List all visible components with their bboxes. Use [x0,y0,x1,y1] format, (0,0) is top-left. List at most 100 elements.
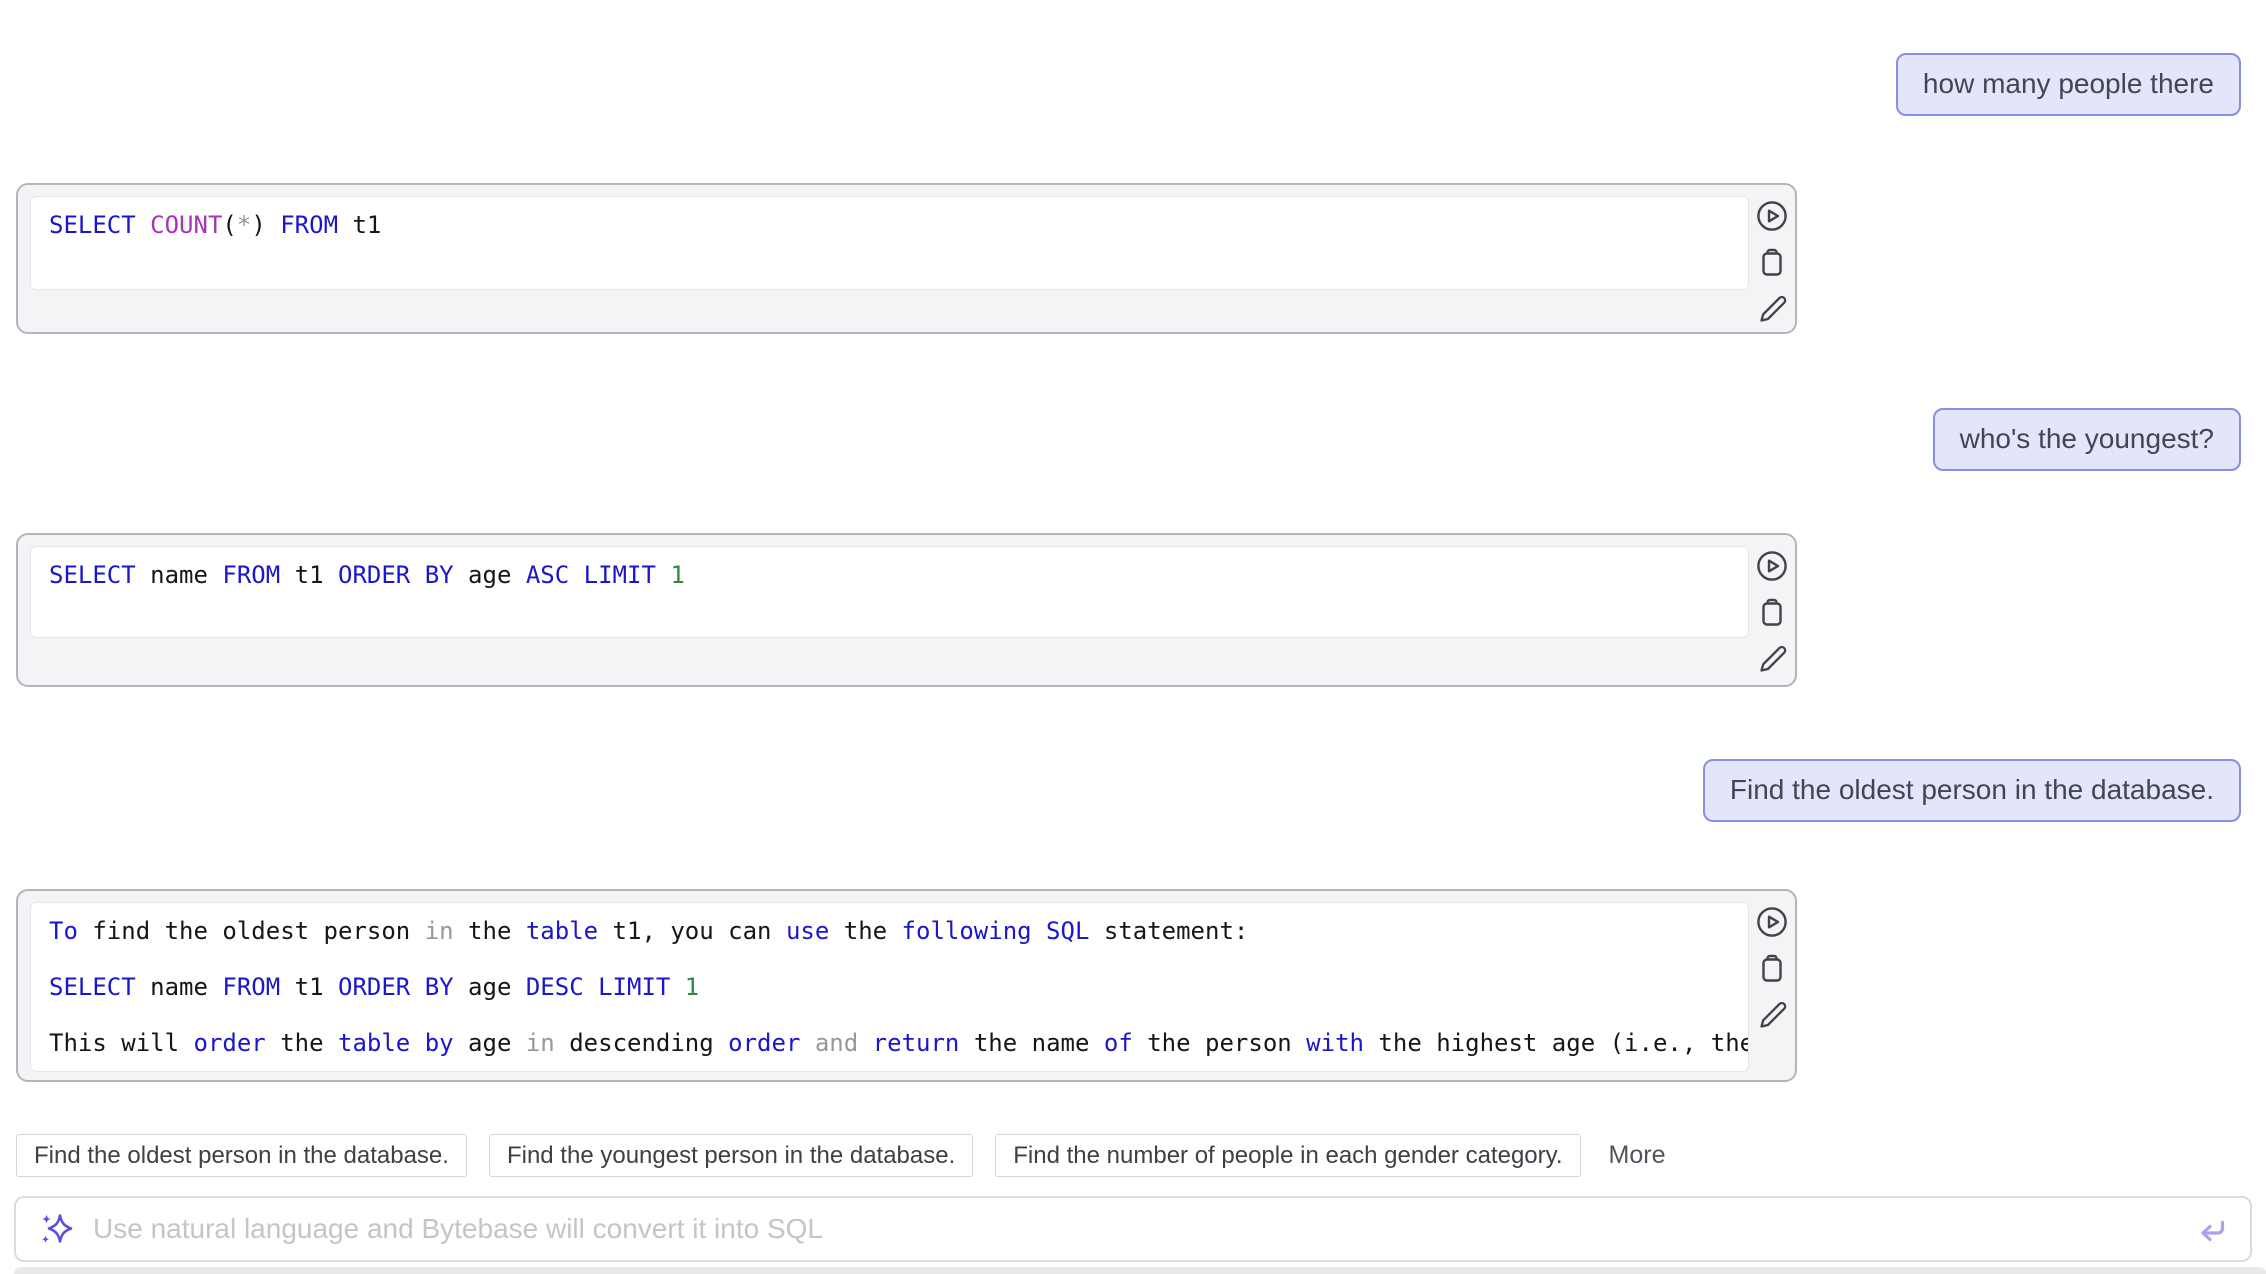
code-token: ( [222,211,236,239]
code-token: t1, you can [598,917,786,945]
copy-sql-button[interactable] [1755,246,1789,280]
code-token: ASC [526,561,569,589]
suggestion-oldest-person[interactable]: Find the oldest person in the database. [16,1134,467,1177]
sparkle-icon [36,1209,76,1249]
sql-code-line: SELECT name FROM t1 ORDER BY age DESC LI… [49,959,1730,1015]
code-token: following [902,917,1032,945]
code-token: DESC [526,973,584,1001]
code-token: age [454,561,526,589]
code-token: SQL [1046,917,1089,945]
code-token: table [338,1029,410,1057]
user-message-bubble: how many people there [1896,53,2241,116]
natural-language-input[interactable] [91,1212,2179,1246]
code-token: with [1306,1029,1364,1057]
code-token [410,1029,424,1057]
edit-sql-button[interactable] [1755,293,1789,327]
sql-editor[interactable]: To find the oldest person in the table t… [30,902,1749,1072]
pencil-icon [1755,293,1789,327]
code-token [858,1029,872,1057]
play-icon [1755,549,1789,583]
sql-editor[interactable]: SELECT COUNT(*) FROM t1 [30,196,1749,290]
code-token: ORDER BY [338,973,454,1001]
code-token: SELECT [49,561,136,589]
code-token: table [526,917,598,945]
code-token [670,973,684,1001]
assistant-sql-card: To find the oldest person in the table t… [16,889,1797,1082]
sql-card-actions [1755,199,1789,327]
code-token: COUNT [150,211,222,239]
code-token: statement: [1089,917,1248,945]
run-query-button[interactable] [1755,549,1789,583]
code-token: the [266,1029,338,1057]
code-token: t1 [280,561,338,589]
code-token: t1 [338,211,381,239]
code-token: the person [1133,1029,1306,1057]
submit-query-button[interactable] [2194,1211,2230,1247]
return-icon [2194,1211,2230,1247]
code-token: name [136,561,223,589]
code-token: LIMIT [584,561,656,589]
code-token: the [829,917,901,945]
sql-card-actions [1755,549,1789,677]
code-token [1032,917,1046,945]
code-token: 1 [670,561,684,589]
code-token: the highest age (i.e., the [1364,1029,1749,1057]
code-token: name [136,973,223,1001]
pencil-icon [1755,999,1789,1033]
code-token: SELECT [49,973,136,1001]
suggestion-youngest-person[interactable]: Find the youngest person in the database… [489,1134,973,1177]
code-token: in [425,917,454,945]
clipboard-icon [1755,246,1789,280]
code-token: the [454,917,526,945]
suggestion-row: Find the oldest person in the database. … [16,1134,1665,1177]
code-token: t1 [280,973,338,1001]
assistant-sql-card: SELECT name FROM t1 ORDER BY age ASC LIM… [16,533,1797,687]
code-token: FROM [222,973,280,1001]
run-query-button[interactable] [1755,905,1789,939]
more-suggestions-button[interactable]: More [1609,1141,1666,1170]
play-icon [1755,905,1789,939]
clipboard-icon [1755,596,1789,630]
sql-card-actions [1755,905,1789,1033]
code-token: of [1104,1029,1133,1057]
code-token: and [815,1029,858,1057]
code-token: 1 [685,973,699,1001]
code-token [656,561,670,589]
edit-sql-button[interactable] [1755,999,1789,1033]
next-panel-edge [14,1267,2266,1274]
code-token: use [786,917,829,945]
copy-sql-button[interactable] [1755,952,1789,986]
code-token [266,211,280,239]
code-token: age [454,1029,526,1057]
copy-sql-button[interactable] [1755,596,1789,630]
run-query-button[interactable] [1755,199,1789,233]
sql-code-line: SELECT name FROM t1 ORDER BY age ASC LIM… [49,547,1730,603]
code-token: LIMIT [598,973,670,1001]
play-icon [1755,199,1789,233]
code-token: descending [555,1029,728,1057]
code-token [584,973,598,1001]
user-message-bubble: who's the youngest? [1933,408,2241,471]
code-token: * [237,211,251,239]
sql-editor[interactable]: SELECT name FROM t1 ORDER BY age ASC LIM… [30,546,1749,638]
code-token: by [425,1029,454,1057]
code-token: FROM [280,211,338,239]
code-token: ORDER BY [338,561,454,589]
user-message-bubble: Find the oldest person in the database. [1703,759,2241,822]
code-token: the name [959,1029,1104,1057]
code-token: ) [251,211,265,239]
code-token: order [194,1029,266,1057]
sql-code-line: SELECT COUNT(*) FROM t1 [49,197,1730,253]
suggestion-gender-count[interactable]: Find the number of people in each gender… [995,1134,1580,1177]
code-token: age [454,973,526,1001]
code-token: This will [49,1029,194,1057]
clipboard-icon [1755,952,1789,986]
code-token [800,1029,814,1057]
edit-sql-button[interactable] [1755,643,1789,677]
code-token: return [873,1029,960,1057]
code-token [136,211,150,239]
sql-code-line: This will order the table by age in desc… [49,1015,1730,1071]
sql-chat-panel: { "colors": { "user_bubble_bg": "#e3e6fa… [0,0,2266,1274]
composer-bar [14,1196,2252,1262]
code-token: SELECT [49,211,136,239]
